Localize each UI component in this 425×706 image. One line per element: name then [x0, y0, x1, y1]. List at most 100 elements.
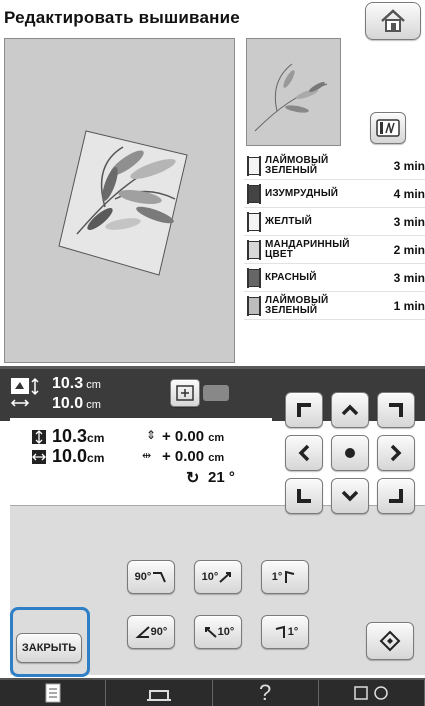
bottom-toolbar: ? — [0, 678, 425, 706]
info-unit: cm — [208, 432, 225, 444]
corner-down-right-icon — [389, 489, 403, 503]
corner-up-right-icon — [389, 403, 403, 417]
size-height: 10.3 cm — [52, 375, 101, 393]
color-row[interactable]: ЛАЙМОВЫЙ ЗЕЛЕНЫЙ 1 min — [244, 292, 425, 320]
rotate-right-10-button[interactable]: 10° — [194, 560, 242, 594]
corner-up-left-icon — [297, 403, 311, 417]
horizontal-shift-value: + 0.00 — [162, 448, 205, 465]
help-icon: ? — [259, 680, 272, 705]
rotate-left-icon — [204, 627, 217, 638]
center-dot-icon — [345, 448, 355, 458]
frame-button[interactable] — [170, 379, 200, 407]
memory-icon — [376, 119, 400, 137]
horizontal-shift-icon: ⇹ — [142, 450, 152, 462]
size-height-value: 10.3 — [52, 375, 84, 392]
color-list[interactable]: ЛАЙМОВЫЙ ЗЕЛЕНЫЙ 3 min ИЗУМРУДНЫЙ 4 min … — [244, 152, 425, 358]
rotate-right-icon — [219, 572, 232, 583]
rotate-right-icon — [153, 572, 167, 583]
move-right-button[interactable] — [377, 435, 415, 471]
thread-spool-icon — [247, 267, 261, 288]
color-name: ЛАЙМОВЫЙ ЗЕЛЕНЫЙ — [265, 154, 329, 176]
move-up-button[interactable] — [331, 392, 369, 428]
page-title: Редактировать вышивание — [4, 8, 240, 27]
info-unit: cm — [87, 431, 105, 445]
color-time: 2 min — [393, 242, 425, 257]
horizontal-shift: + 0.00 cm — [162, 448, 224, 465]
move-down-left-button[interactable] — [285, 478, 323, 514]
reset-button[interactable] — [366, 622, 414, 660]
color-row[interactable]: ЖЕЛТЫЙ 3 min — [244, 208, 425, 236]
move-up-right-button[interactable] — [377, 392, 415, 428]
color-time: 3 min — [393, 214, 425, 229]
size-unit: cm — [86, 399, 101, 411]
embroidery-design-image — [58, 130, 188, 276]
sewing-info-tab[interactable] — [0, 680, 107, 706]
color-time: 1 min — [393, 298, 425, 313]
rotate-left-10-button[interactable]: 10° — [194, 615, 242, 649]
memory-button[interactable] — [370, 112, 406, 144]
color-time: 4 min — [393, 186, 425, 201]
info-width: 10.0cm — [52, 446, 104, 467]
thread-spool-icon — [247, 155, 261, 176]
color-name: МАНДАРИННЫЙ ЦВЕТ — [265, 238, 350, 260]
rotate-left-icon — [135, 626, 150, 638]
center-button[interactable] — [331, 435, 369, 471]
design-thumbnail — [246, 38, 341, 146]
rotate-right-1-button[interactable]: 1° — [261, 560, 309, 594]
rotate-left-90-button[interactable]: 90° — [127, 615, 175, 649]
rotation-icon: ↻ — [186, 470, 200, 487]
color-name: ЖЕЛТЫЙ — [265, 215, 313, 227]
size-width: 10.0 cm — [52, 395, 101, 413]
move-up-left-button[interactable] — [285, 392, 323, 428]
chevron-left-icon — [298, 444, 310, 462]
rotate-right-90-label: 90° — [134, 571, 152, 583]
size-width-value: 10.0 — [52, 395, 84, 412]
rotate-left-90-label: 90° — [150, 626, 168, 638]
move-pad — [282, 390, 422, 530]
sewing-machine-icon — [146, 690, 171, 701]
height-icon — [32, 430, 46, 444]
rotate-right-10-label: 10° — [201, 571, 219, 583]
thread-spool-icon — [247, 295, 261, 316]
move-down-right-button[interactable] — [377, 478, 415, 514]
color-time: 3 min — [393, 270, 425, 285]
color-row[interactable]: МАНДАРИННЫЙ ЦВЕТ 2 min — [244, 236, 425, 264]
frame-indicator — [203, 385, 229, 401]
thread-spool-icon — [247, 211, 261, 232]
rotate-right-icon — [285, 570, 295, 583]
embroidery-preview[interactable] — [4, 38, 235, 363]
settings-tab[interactable] — [319, 680, 425, 706]
color-row[interactable]: ЛАЙМОВЫЙ ЗЕЛЕНЫЙ 3 min — [244, 152, 425, 180]
color-row[interactable]: КРАСНЫЙ 3 min — [244, 264, 425, 292]
color-name: КРАСНЫЙ — [265, 271, 317, 283]
color-row[interactable]: ИЗУМРУДНЫЙ 4 min — [244, 180, 425, 208]
info-height-value: 10.3 — [52, 426, 88, 446]
info-width-value: 10.0 — [52, 446, 88, 466]
close-button[interactable]: ЗАКРЫТЬ — [16, 633, 82, 663]
thumbnail-image — [254, 63, 328, 132]
move-left-button[interactable] — [285, 435, 323, 471]
size-icon — [10, 377, 39, 407]
rotate-left-10-label: 10° — [217, 626, 235, 638]
rotate-left-icon — [275, 625, 285, 638]
machine-tab[interactable] — [106, 680, 213, 706]
rotate-left-1-button[interactable]: 1° — [261, 615, 309, 649]
rotate-right-90-button[interactable]: 90° — [127, 560, 175, 594]
document-icon — [45, 683, 61, 703]
info-unit: cm — [208, 452, 225, 464]
size-unit: cm — [86, 379, 101, 391]
home-icon — [381, 9, 405, 32]
move-down-button[interactable] — [331, 478, 369, 514]
reset-icon — [379, 630, 401, 652]
color-name: ЛАЙМОВЫЙ ЗЕЛЕНЫЙ — [265, 294, 329, 316]
corner-down-left-icon — [297, 489, 311, 503]
home-button[interactable] — [365, 2, 421, 40]
chevron-up-icon — [341, 404, 359, 416]
color-time: 3 min — [393, 158, 425, 173]
vertical-shift-icon: ⇕ — [146, 428, 157, 442]
settings-icon — [354, 686, 389, 700]
help-tab[interactable]: ? — [213, 680, 319, 706]
position-info: 10.3cm 10.0cm ⇕ + 0.00 cm ⇹ + 0.00 cm ↻ … — [10, 418, 272, 500]
width-icon — [32, 450, 46, 464]
frame-icon — [176, 385, 194, 401]
